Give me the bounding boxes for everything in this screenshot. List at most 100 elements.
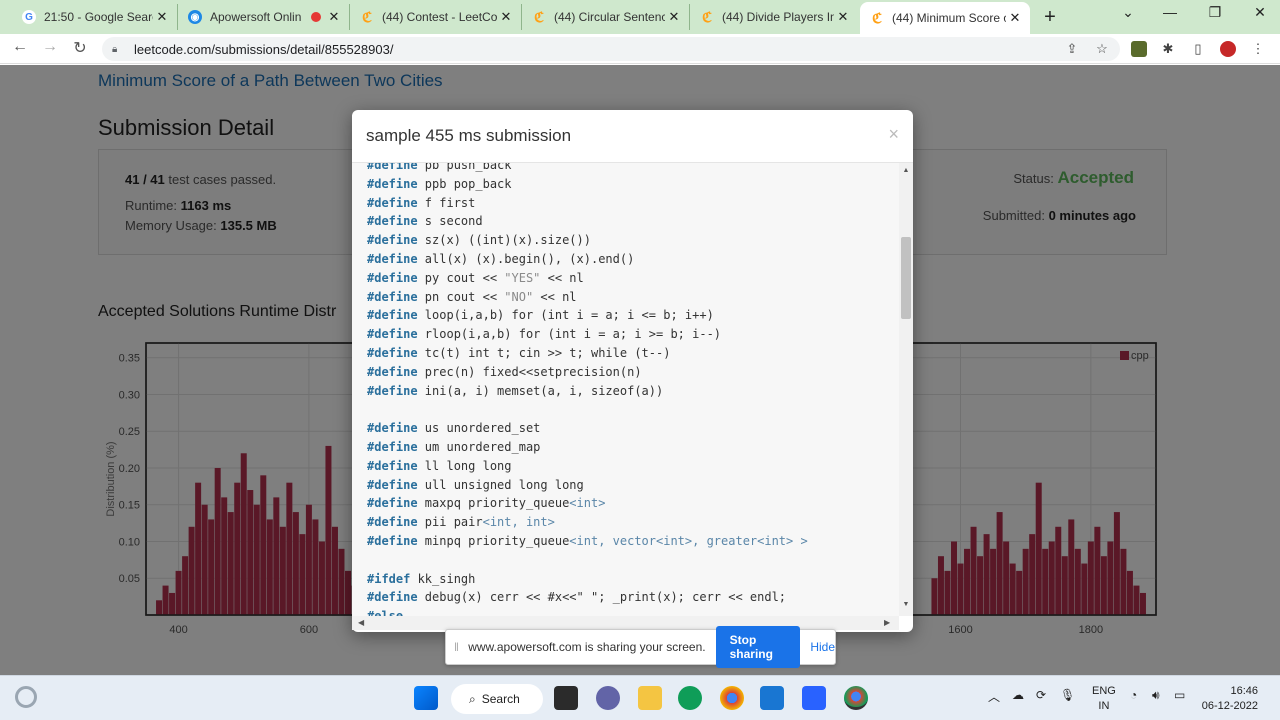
chevron-up-icon[interactable]: ︿ bbox=[988, 688, 1000, 705]
minimize-icon[interactable]: — bbox=[1150, 4, 1190, 20]
code-token: "YES" bbox=[504, 270, 541, 285]
code-token: #define bbox=[367, 534, 418, 548]
back-arrow-icon[interactable]: ← bbox=[10, 38, 30, 56]
code-token: #define bbox=[367, 289, 418, 304]
code-token: kk_singh bbox=[410, 571, 476, 586]
windows-taskbar: ⌕ Search ︿ ☁ ⟳ 🎙︎ ENG IN ◔ 🔊︎ ▭ 16:46 06… bbox=[0, 675, 1280, 720]
stop-sharing-button[interactable]: Stop sharing bbox=[715, 626, 801, 668]
close-icon[interactable]: ✕ bbox=[1006, 10, 1024, 26]
close-icon[interactable]: ✕ bbox=[497, 9, 515, 25]
store-icon[interactable] bbox=[760, 686, 784, 710]
puzzle-icon[interactable]: ✱ bbox=[1160, 41, 1176, 57]
widgets-icon[interactable] bbox=[15, 686, 37, 708]
code-line: #define ull unsigned long long bbox=[367, 476, 584, 494]
close-icon[interactable]: × bbox=[888, 124, 899, 145]
code-token: py cout << bbox=[417, 270, 505, 285]
code-token: #define bbox=[367, 590, 418, 605]
edge-browser-icon[interactable] bbox=[678, 686, 702, 710]
tab-circular-sentence[interactable]: ℭ (44) Circular Sentence ✕ bbox=[522, 4, 690, 30]
language-indicator[interactable]: ENG IN bbox=[1092, 684, 1116, 714]
scroll-right-icon[interactable]: ▶ bbox=[884, 618, 890, 627]
scroll-down-icon[interactable]: ▼ bbox=[901, 601, 911, 608]
teams-chat-icon[interactable] bbox=[596, 686, 620, 710]
code-token: #define bbox=[367, 515, 418, 530]
app-icon[interactable] bbox=[802, 686, 826, 710]
sync-icon[interactable]: ⟳ bbox=[1036, 688, 1046, 702]
scrollbar-thumb[interactable] bbox=[901, 237, 911, 319]
code-token: << nl bbox=[533, 289, 577, 304]
code-token: #define bbox=[367, 195, 418, 210]
horizontal-scrollbar[interactable]: ◀ ▶ bbox=[352, 616, 899, 630]
code-line: #define ppb pop_back bbox=[367, 175, 512, 193]
code-token: #define bbox=[367, 440, 418, 454]
sidepanel-icon[interactable]: ▯ bbox=[1190, 41, 1206, 57]
battery-icon[interactable]: ▭ bbox=[1174, 688, 1185, 702]
region-code: IN bbox=[1098, 700, 1110, 712]
close-icon[interactable]: ✕ bbox=[665, 9, 683, 25]
clock-time: 16:46 bbox=[1230, 685, 1258, 697]
code-line: #define tc(t) int t; cin >> t; while (t-… bbox=[367, 344, 670, 362]
code-line: #define ll long long bbox=[367, 457, 512, 475]
start-windows-icon[interactable] bbox=[414, 686, 438, 710]
tab-apowersoft[interactable]: ◉ Apowersoft Onlin ✕ bbox=[178, 4, 350, 30]
code-line: #define ini(a, i) memset(a, i, sizeof(a)… bbox=[367, 382, 663, 400]
cloud-icon[interactable]: ☁ bbox=[1012, 688, 1024, 702]
chrome-icon[interactable] bbox=[720, 686, 744, 710]
code-token: pn cout << bbox=[417, 289, 505, 304]
new-tab-icon[interactable]: + bbox=[1040, 6, 1060, 29]
code-token: #define bbox=[367, 346, 418, 360]
code-token: minpq priority_queue bbox=[417, 534, 570, 548]
tab-minimum-score[interactable]: ℭ (44) Minimum Score o ✕ bbox=[860, 2, 1030, 34]
chrome-active-icon[interactable] bbox=[844, 686, 868, 710]
close-icon[interactable]: ✕ bbox=[153, 9, 171, 25]
file-explorer-icon[interactable] bbox=[638, 686, 662, 710]
drag-handle-icon[interactable]: ‖ bbox=[454, 640, 460, 654]
address-bar: ← → ↻ 🔒︎ leetcode.com/submissions/detail… bbox=[0, 34, 1280, 64]
code-token: #define bbox=[367, 163, 418, 172]
close-icon[interactable]: ✕ bbox=[834, 9, 852, 25]
code-line: #define prec(n) fixed<<setprecision(n) bbox=[367, 363, 642, 381]
share-icon[interactable]: ⇪ bbox=[1064, 41, 1080, 57]
code-line: #define um unordered_map bbox=[367, 438, 540, 456]
menu-kebab-icon[interactable]: ⋮ bbox=[1250, 41, 1266, 57]
modal-title: sample 455 ms submission bbox=[366, 126, 572, 145]
code-token: pii pair bbox=[417, 515, 483, 530]
restore-icon[interactable]: ❐ bbox=[1195, 4, 1235, 21]
wifi-icon[interactable]: ◔ bbox=[1130, 688, 1137, 702]
task-view-icon[interactable] bbox=[554, 686, 578, 710]
chevron-down-icon[interactable]: ⌄ bbox=[1108, 4, 1148, 21]
volume-icon[interactable]: 🔊︎ bbox=[1152, 688, 1160, 703]
reload-icon[interactable]: ↻ bbox=[70, 38, 90, 58]
code-token: ppb pop_back bbox=[417, 176, 512, 191]
url-field[interactable]: 🔒︎ leetcode.com/submissions/detail/85552… bbox=[102, 37, 1120, 61]
code-token: #else bbox=[367, 609, 403, 616]
code-token: us unordered_set bbox=[417, 421, 541, 436]
code-token: #define bbox=[367, 327, 418, 342]
vertical-scrollbar[interactable]: ▲ ▼ bbox=[899, 163, 913, 616]
microphone-icon[interactable]: 🎙︎ bbox=[1060, 688, 1075, 702]
code-token: #define bbox=[367, 214, 418, 229]
tab-contest[interactable]: ℭ (44) Contest - LeetCo ✕ bbox=[350, 4, 522, 30]
taskbar-search[interactable]: ⌕ Search bbox=[451, 684, 543, 714]
bookmark-star-icon[interactable]: ☆ bbox=[1094, 41, 1110, 57]
hide-button[interactable]: Hide bbox=[810, 640, 835, 654]
profile-avatar[interactable] bbox=[1220, 41, 1236, 57]
tab-divide-players[interactable]: ℭ (44) Divide Players Int ✕ bbox=[690, 4, 858, 30]
code-token: sz(x) ((int)(x).size()) bbox=[417, 233, 591, 248]
recording-icon bbox=[311, 12, 321, 22]
leetcode-icon: ℭ bbox=[702, 8, 712, 25]
code-line: #ifdef kk_singh bbox=[367, 570, 475, 588]
url-text: leetcode.com/submissions/detail/85552890… bbox=[134, 41, 394, 57]
scroll-up-icon[interactable]: ▲ bbox=[901, 167, 911, 174]
extension-icon[interactable] bbox=[1131, 41, 1147, 57]
close-window-icon[interactable]: ✕ bbox=[1240, 4, 1280, 21]
tab-label: (44) Minimum Score o bbox=[892, 11, 1006, 25]
system-clock[interactable]: 16:46 06-12-2022 bbox=[1202, 684, 1258, 714]
tab-label: (44) Contest - LeetCo bbox=[382, 10, 497, 24]
code-token: um unordered_map bbox=[417, 440, 541, 454]
close-icon[interactable]: ✕ bbox=[325, 9, 343, 25]
scroll-left-icon[interactable]: ◀ bbox=[358, 618, 364, 627]
tab-google-search[interactable]: G 21:50 - Google Search ✕ bbox=[12, 4, 178, 30]
code-modal: sample 455 ms submission × #define pb pu… bbox=[352, 110, 913, 632]
forward-arrow-icon[interactable]: → bbox=[40, 38, 60, 56]
